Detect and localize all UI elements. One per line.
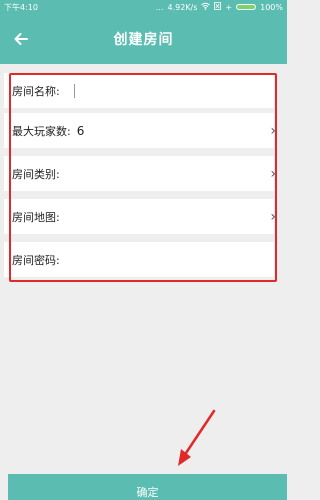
annotation-arrow xyxy=(178,409,216,466)
confirm-button[interactable]: 确定 xyxy=(8,474,287,500)
confirm-label: 确定 xyxy=(136,486,159,499)
